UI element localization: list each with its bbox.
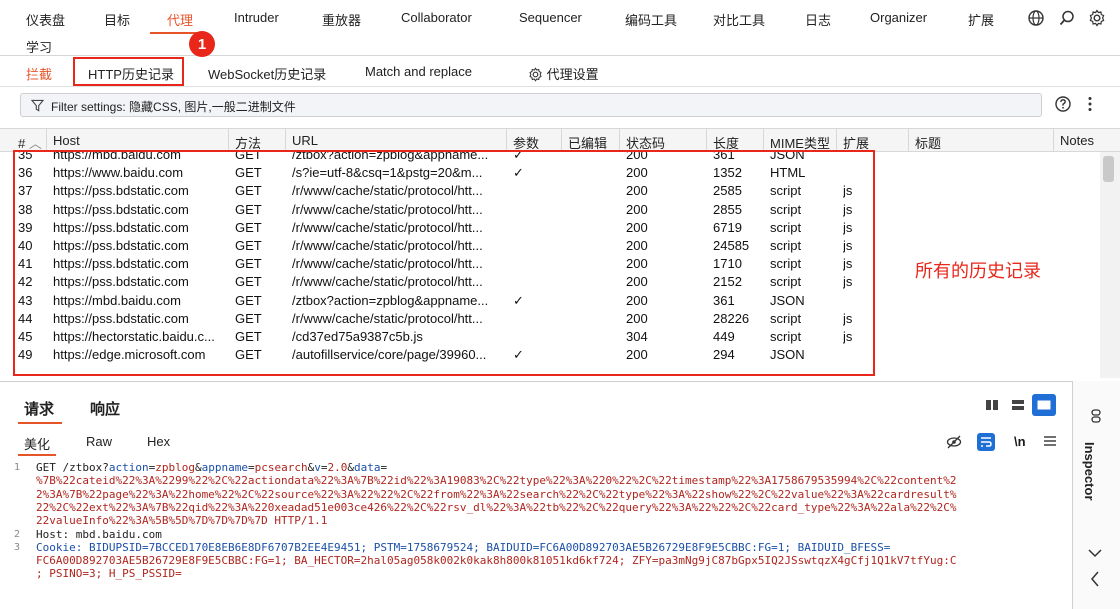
tab-sequencer[interactable]: Sequencer bbox=[519, 10, 582, 25]
wrap-icon bbox=[981, 437, 992, 447]
request-editor[interactable]: 1 GET /ztbox?action=zpblog&appname=pcsear… bbox=[0, 458, 1068, 609]
pretty-tab-underline bbox=[18, 454, 56, 456]
tab-proxy[interactable]: 代理 bbox=[167, 10, 193, 29]
gear-icon bbox=[529, 67, 542, 82]
subtab-websocket-history[interactable]: WebSocket历史记录 bbox=[208, 64, 326, 83]
code-token: & bbox=[194, 461, 202, 474]
tab-intruder[interactable]: Intruder bbox=[234, 10, 279, 25]
inspector-label[interactable]: Inspector bbox=[1082, 442, 1097, 501]
filter-settings-input[interactable]: Filter settings: 隐藏CSS, 图片,一般二进制文件 bbox=[20, 93, 1042, 117]
col-url[interactable]: URL bbox=[292, 133, 318, 148]
filter-bar: Filter settings: 隐藏CSS, 图片,一般二进制文件 bbox=[0, 88, 1120, 122]
proxy-subtabs: 拦截 HTTP历史记录 WebSocket历史记录 Match and repl… bbox=[0, 57, 1120, 87]
subtab-intercept[interactable]: 拦截 bbox=[26, 64, 52, 83]
code-token: appname bbox=[201, 461, 248, 474]
col-title[interactable]: 标题 bbox=[915, 133, 941, 152]
tab-collaborator[interactable]: Collaborator bbox=[401, 10, 472, 25]
tab-dashboard[interactable]: 仪表盘 bbox=[26, 10, 65, 29]
rows-icon bbox=[1012, 400, 1024, 410]
single-pane-icon bbox=[1037, 400, 1051, 410]
tab-response[interactable]: 响应 bbox=[90, 398, 120, 419]
tab-extensions[interactable]: 扩展 bbox=[968, 10, 994, 29]
tab-decoder[interactable]: 编码工具 bbox=[625, 10, 677, 29]
layout-columns-button[interactable] bbox=[980, 394, 1004, 416]
chevron-down-icon[interactable] bbox=[1088, 546, 1102, 561]
line-number: 3 bbox=[14, 541, 21, 553]
layout-toggle bbox=[980, 394, 1058, 416]
request-tab-underline bbox=[18, 422, 62, 424]
help-icon[interactable] bbox=[1054, 95, 1072, 116]
layout-single-button[interactable] bbox=[1032, 394, 1056, 416]
chevron-left-icon[interactable] bbox=[1090, 571, 1100, 590]
code-line: Cookie: BIDUPSID=7BCCED170E8EB6E8DF6707B… bbox=[36, 540, 891, 554]
code-token: v bbox=[314, 461, 321, 474]
tab-pretty[interactable]: 美化 bbox=[24, 434, 50, 453]
sort-asc-icon: ︿ bbox=[28, 136, 42, 151]
code-line: Host: mbd.baidu.com bbox=[36, 527, 162, 541]
globe-icon[interactable] bbox=[1027, 9, 1045, 27]
code-line: ; PSINO=3; H_PS_PSSID= bbox=[36, 567, 182, 581]
code-token: & bbox=[347, 461, 354, 474]
code-token: = bbox=[380, 461, 388, 474]
gear-icon[interactable] bbox=[1088, 9, 1106, 27]
line-number: 2 bbox=[14, 528, 21, 540]
code-token: pcsearch bbox=[254, 461, 308, 474]
annotation-all-history: 所有的历史记录 bbox=[915, 261, 1041, 281]
tab-comparer[interactable]: 对比工具 bbox=[713, 10, 765, 29]
subtab-match-replace[interactable]: Match and replace bbox=[365, 64, 472, 79]
code-token: action bbox=[108, 461, 149, 474]
table-scrollbar[interactable] bbox=[1100, 152, 1120, 378]
tab-hex[interactable]: Hex bbox=[147, 434, 170, 449]
layout-rows-button[interactable] bbox=[1006, 394, 1030, 416]
format-tabs: 美化 Raw Hex \n bbox=[0, 433, 1070, 456]
code-line: 22valueInfo%22%3A%5B%5D%7D%7D%7D%7D HTTP… bbox=[36, 514, 328, 528]
filter-icon bbox=[31, 99, 44, 112]
step-badge: 1 bbox=[189, 31, 215, 57]
link-icon[interactable] bbox=[1089, 409, 1103, 426]
history-table-header: # ︿ Host 方法 URL 参数 已编辑 状态码 长度 MIME类型 扩展 … bbox=[0, 128, 1120, 153]
hide-nonprint-icon[interactable] bbox=[946, 434, 962, 453]
menu-icon[interactable] bbox=[1044, 434, 1056, 451]
newline-icon[interactable]: \n bbox=[1014, 434, 1026, 449]
code-line: GET /ztbox?action=zpblog&appname=pcsearc… bbox=[36, 461, 387, 474]
request-response-panel: 请求 响应 美化 Raw Hex \n 1 GET /ztbox?action = z… bbox=[0, 381, 1120, 609]
columns-icon bbox=[986, 400, 998, 410]
col-notes[interactable]: Notes bbox=[1060, 133, 1094, 148]
tab-learn[interactable]: 学习 bbox=[26, 37, 52, 56]
filter-settings-text: Filter settings: 隐藏CSS, 图片,一般二进制文件 bbox=[51, 100, 296, 114]
tab-target[interactable]: 目标 bbox=[104, 10, 130, 29]
proxy-settings-label: 代理设置 bbox=[546, 67, 599, 82]
code-line: 2%3A%7B%22page%22%3A%22home%22%2C%22sour… bbox=[36, 487, 957, 501]
wrap-lines-button[interactable] bbox=[977, 433, 995, 451]
col-host[interactable]: Host bbox=[53, 133, 80, 148]
line-number: 1 bbox=[14, 462, 21, 473]
tab-request[interactable]: 请求 bbox=[24, 398, 54, 419]
highlight-history-rows bbox=[13, 150, 875, 376]
tab-repeater[interactable]: 重放器 bbox=[322, 10, 361, 29]
tab-logger[interactable]: 日志 bbox=[805, 10, 831, 29]
scrollbar-thumb[interactable] bbox=[1103, 156, 1114, 182]
highlight-http-history bbox=[73, 57, 184, 86]
tab-organizer[interactable]: Organizer bbox=[870, 10, 927, 25]
code-token: data bbox=[353, 461, 381, 474]
tab-raw[interactable]: Raw bbox=[86, 434, 112, 449]
main-tabs: 仪表盘 目标 代理 Intruder 重放器 Collaborator Sequ… bbox=[0, 0, 1120, 34]
code-token: zpblog bbox=[155, 461, 195, 474]
code-token: = bbox=[247, 461, 255, 474]
subtab-proxy-settings[interactable]: 代理设置 bbox=[528, 64, 599, 83]
search-icon[interactable] bbox=[1058, 9, 1076, 27]
more-options-icon[interactable] bbox=[1086, 95, 1094, 116]
code-line: 22%2C%22ext%22%3A%7B%22qid%22%3A%220xead… bbox=[36, 500, 957, 514]
code-token: GET /ztbox? bbox=[36, 461, 109, 474]
code-line: FC6A00D892703AE5B26729E8F9E5CBBC:FG=1; B… bbox=[36, 554, 957, 568]
top-nav: 仪表盘 目标 代理 Intruder 重放器 Collaborator Sequ… bbox=[0, 0, 1120, 56]
code-token: 2.0 bbox=[327, 461, 348, 474]
code-line: %7B%22cateid%22%3A%2299%22%2C%22actionda… bbox=[36, 474, 957, 488]
